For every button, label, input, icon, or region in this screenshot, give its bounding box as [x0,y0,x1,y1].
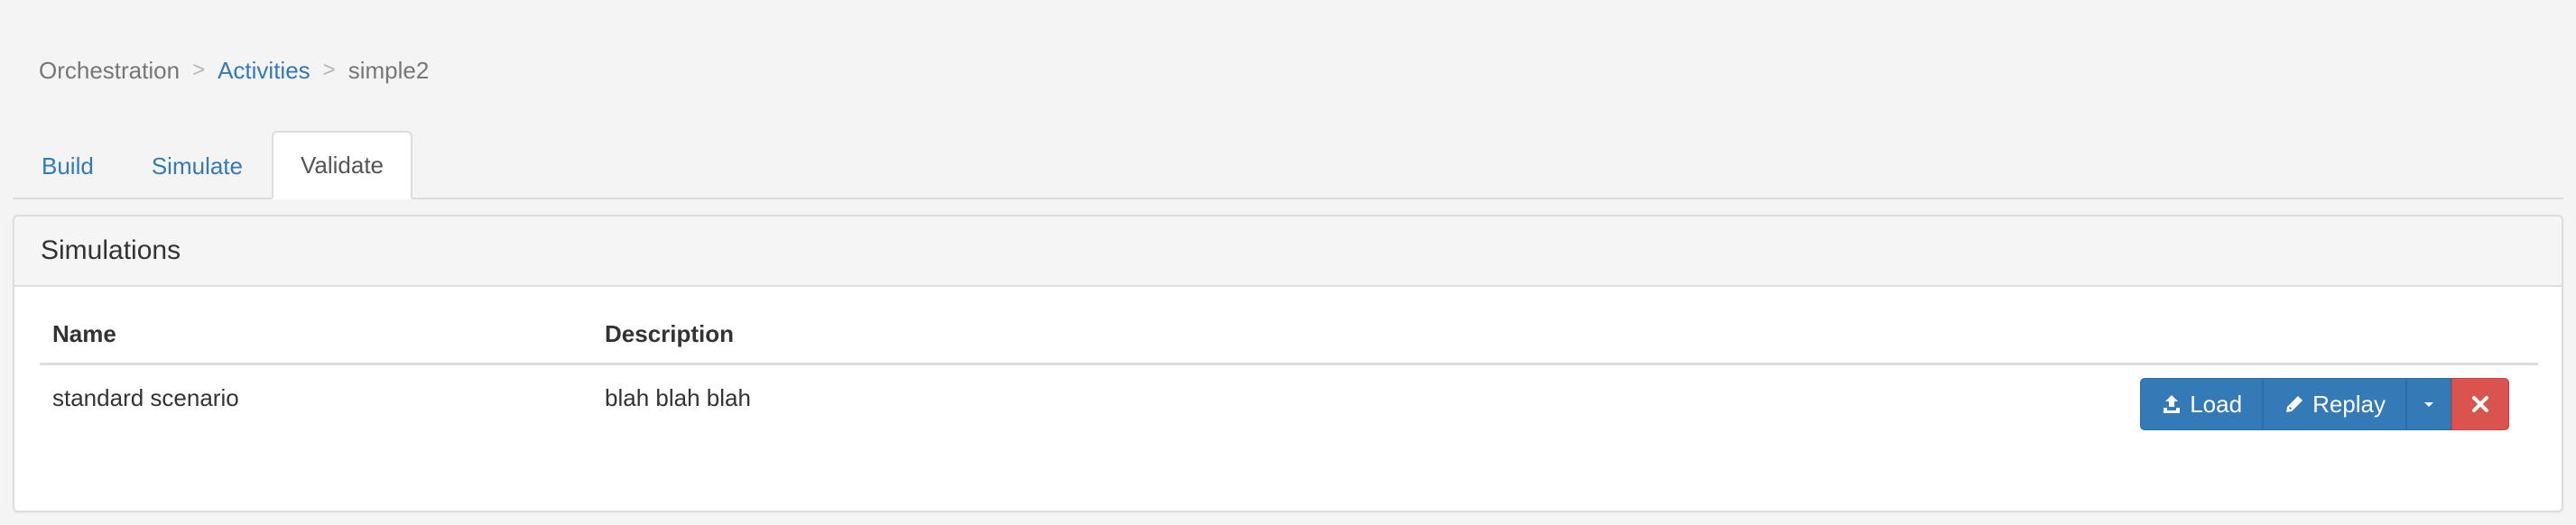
table-row: standard scenario blah blah blah Load Re… [40,364,2538,430]
upload-icon [2161,393,2182,415]
breadcrumb-item-current: simple2 [347,56,430,84]
simulation-name: standard scenario [52,383,239,411]
breadcrumb-separator: > [322,58,336,82]
page: Orchestration > Activities > simple2 Bui… [0,0,2576,525]
replay-button[interactable]: Replay [2263,378,2406,430]
table-header-row: Name Description [40,305,2538,365]
panel-body: Name Description standard scenario blah … [14,287,2562,430]
breadcrumb-item-orchestration: Orchestration [39,56,181,84]
column-header-actions [1165,305,2538,365]
row-actions: Load Replay [1165,364,2538,430]
column-header-name: Name [40,305,592,365]
action-button-group: Load Replay [2140,378,2509,430]
tab-simulate[interactable]: Simulate [123,133,272,199]
breadcrumb-separator: > [192,58,206,82]
load-button[interactable]: Load [2140,378,2264,430]
replay-dropdown-toggle[interactable] [2406,378,2451,430]
caret-down-icon [2422,397,2436,411]
breadcrumb-item-activities[interactable]: Activities [218,57,310,85]
simulations-table: Name Description standard scenario blah … [40,305,2538,430]
tab-build[interactable]: Build [13,133,123,199]
close-icon [2470,394,2490,414]
replay-button-label: Replay [2312,390,2386,418]
panel-title: Simulations [14,216,2562,287]
pencil-icon [2284,393,2305,415]
column-header-description: Description [592,305,1166,365]
delete-button[interactable] [2451,378,2509,430]
simulation-description: blah blah blah [605,383,751,411]
breadcrumb: Orchestration > Activities > simple2 [39,54,429,87]
load-button-label: Load [2190,390,2243,418]
tab-validate[interactable]: Validate [271,131,413,199]
tab-bar: Build Simulate Validate [13,131,2563,199]
simulations-panel: Simulations Name Description standard sc… [13,215,2563,512]
